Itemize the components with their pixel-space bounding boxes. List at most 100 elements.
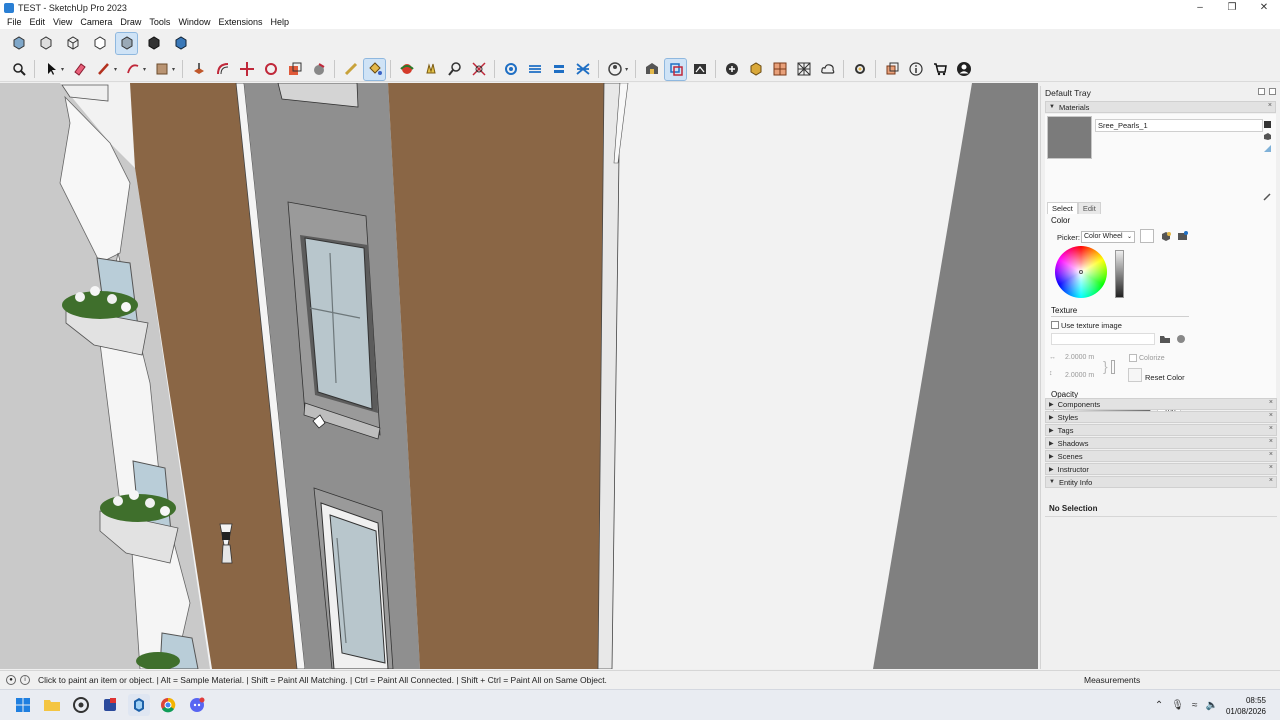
colorize-checkbox[interactable] [1129, 354, 1137, 362]
back-edges-icon[interactable] [35, 33, 56, 54]
system-clock[interactable]: 08:55 01/08/2026 [1226, 695, 1266, 717]
use-texture-checkbox[interactable] [1051, 321, 1059, 329]
info-icon[interactable] [905, 59, 926, 80]
color-wheel-cursor[interactable] [1079, 270, 1083, 274]
components-panel-header[interactable]: ▶ Components × [1045, 398, 1277, 410]
section-display-icon[interactable] [548, 59, 569, 80]
texture-height[interactable]: 2.0000 m [1065, 372, 1094, 379]
match-model-color-icon[interactable] [1160, 230, 1172, 244]
close-icon[interactable]: × [1269, 399, 1273, 406]
offset-icon[interactable] [212, 59, 233, 80]
shaded-textures-icon[interactable] [143, 33, 164, 54]
entity-info-panel-header[interactable]: ▼ Entity Info × [1045, 476, 1277, 488]
push-pull-icon[interactable] [188, 59, 209, 80]
texture-width[interactable]: 2.0000 m [1065, 354, 1094, 361]
solid-tools-icon[interactable] [745, 59, 766, 80]
chrome-icon[interactable] [157, 694, 179, 716]
extension-icon[interactable] [664, 57, 688, 81]
select-icon[interactable] [40, 59, 61, 80]
picker-select[interactable]: Color Wheel ⌄ [1081, 231, 1135, 243]
tray-pin-button[interactable] [1258, 88, 1265, 95]
close-icon[interactable]: × [1268, 102, 1272, 109]
follow-me-icon[interactable] [308, 59, 329, 80]
menu-view[interactable]: View [49, 15, 76, 29]
close-icon[interactable]: × [1269, 477, 1273, 484]
material-name-field[interactable]: Sree_Pearls_1 [1095, 119, 1263, 132]
color-wheel[interactable] [1055, 246, 1107, 298]
chevron-down-icon[interactable]: ▾ [172, 66, 175, 73]
shadows-panel-header[interactable]: ▶ Shadows × [1045, 437, 1277, 449]
shaded-icon[interactable] [115, 31, 138, 55]
chevron-up-icon[interactable]: ⌃ [1155, 700, 1163, 711]
menu-help[interactable]: Help [266, 15, 293, 29]
sandbox-icon[interactable] [769, 59, 790, 80]
match-screen-color-icon[interactable] [1177, 230, 1189, 244]
default-material-icon[interactable] [1263, 144, 1272, 153]
material-swatch[interactable] [1047, 116, 1092, 159]
hidden-line-icon[interactable] [89, 33, 110, 54]
rectangle-icon[interactable] [151, 59, 172, 80]
reset-color-label[interactable]: Reset Color [1145, 373, 1185, 382]
brightness-slider[interactable] [1115, 250, 1124, 298]
monochrome-icon[interactable] [170, 33, 191, 54]
menu-tools[interactable]: Tools [145, 15, 174, 29]
scenes-panel-header[interactable]: ▶ Scenes × [1045, 450, 1277, 462]
maximize-button[interactable]: ❐ [1216, 0, 1248, 15]
warehouse-icon[interactable] [641, 59, 662, 80]
close-icon[interactable]: × [1269, 425, 1273, 432]
arc-icon[interactable] [122, 59, 143, 80]
start-icon[interactable] [12, 694, 34, 716]
settings-icon[interactable] [849, 59, 870, 80]
chevron-down-icon[interactable]: ▾ [114, 66, 117, 73]
photo-icon[interactable] [793, 59, 814, 80]
xray-icon[interactable] [8, 33, 29, 54]
section-fill-icon[interactable] [524, 59, 545, 80]
volume-icon[interactable]: 🔈 [1206, 700, 1218, 711]
geo-location-icon[interactable]: ● [6, 674, 16, 685]
info-icon[interactable]: i [20, 674, 30, 685]
close-icon[interactable]: × [1269, 464, 1273, 471]
menu-edit[interactable]: Edit [26, 15, 50, 29]
cloud-icon[interactable] [817, 59, 838, 80]
model-viewport[interactable] [0, 83, 1038, 669]
rotate-icon[interactable] [260, 59, 281, 80]
menu-window[interactable]: Window [174, 15, 214, 29]
paint-bucket-icon[interactable] [363, 57, 387, 81]
styles-panel-header[interactable]: ▶ Styles × [1045, 411, 1277, 423]
account-icon[interactable] [953, 59, 974, 80]
sample-paint-icon[interactable] [1263, 192, 1272, 201]
scale-icon[interactable] [284, 59, 305, 80]
section-cuts-icon[interactable] [572, 59, 593, 80]
file-explorer-icon[interactable] [41, 694, 63, 716]
texture-edit-icon[interactable] [1175, 333, 1187, 347]
discord-icon[interactable] [186, 694, 208, 716]
chevron-down-icon[interactable]: ▾ [143, 66, 146, 73]
menu-file[interactable]: File [3, 15, 26, 29]
pan-icon[interactable] [420, 59, 441, 80]
tab-edit[interactable]: Edit [1077, 202, 1101, 214]
wireframe-icon[interactable] [62, 33, 83, 54]
zoom-icon[interactable] [444, 59, 465, 80]
tray-close-button[interactable] [1269, 88, 1276, 95]
close-icon[interactable]: × [1269, 438, 1273, 445]
move-icon[interactable] [236, 59, 257, 80]
eraser-icon[interactable] [69, 59, 90, 80]
sketchup-icon[interactable] [128, 694, 150, 716]
search-icon[interactable] [8, 59, 29, 80]
menu-draw[interactable]: Draw [116, 15, 145, 29]
close-button[interactable]: ✕ [1248, 0, 1280, 15]
close-icon[interactable]: × [1269, 412, 1273, 419]
chevron-down-icon[interactable]: ▾ [625, 66, 628, 73]
match-color-swatch[interactable] [1140, 229, 1154, 243]
app-icon[interactable] [99, 694, 121, 716]
display-secondary-icon[interactable] [1263, 120, 1272, 129]
chevron-down-icon[interactable]: ▾ [61, 66, 64, 73]
materials-panel-header[interactable]: ▼ Materials × [1045, 101, 1276, 113]
chrome-canary-icon[interactable] [70, 694, 92, 716]
instructor-panel-header[interactable]: ▶ Instructor × [1045, 463, 1277, 475]
layout-icon[interactable] [689, 59, 710, 80]
microphone-icon[interactable]: 🎙 [1171, 700, 1184, 711]
close-icon[interactable]: × [1269, 451, 1273, 458]
menu-camera[interactable]: Camera [76, 15, 116, 29]
tags-panel-header[interactable]: ▶ Tags × [1045, 424, 1277, 436]
